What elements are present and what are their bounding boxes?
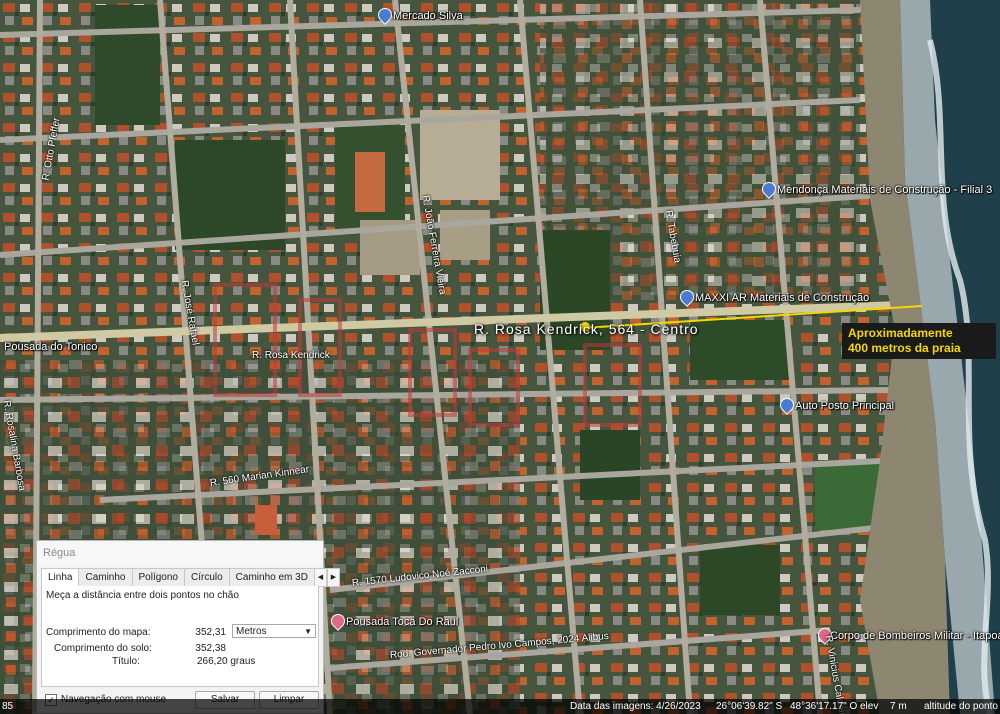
status-scale-text: 85 xyxy=(2,701,14,712)
ruler-description: Meça a distância entre dois pontos no ch… xyxy=(46,590,239,601)
ground-length-value: 352,38 xyxy=(195,643,226,654)
chevron-down-icon: ▼ xyxy=(304,627,312,636)
elevation-value: 7 m xyxy=(890,701,907,712)
tab-scroll-arrows: ◀ ▶ xyxy=(313,568,340,587)
elevation-label: elev xyxy=(860,701,879,712)
chevron-left-icon[interactable]: ◀ xyxy=(313,568,327,587)
tab-poligono[interactable]: Polígono xyxy=(131,568,185,586)
unit-select[interactable]: Metros ▼ xyxy=(232,624,316,638)
status-bar: 85 Data das imagens: 4/26/2023 26°06'39.… xyxy=(0,699,1000,714)
latitude: 26°06'39.82" S xyxy=(716,701,783,712)
map-length-value: 352,31 xyxy=(195,627,226,638)
ground-length-label: Comprimento do solo: xyxy=(54,643,152,654)
map-length-label: Comprimento do mapa: xyxy=(46,627,151,638)
heading-label: Título: xyxy=(112,656,140,667)
place-label-pousada-tonico[interactable]: Pousada do Tonico xyxy=(4,341,97,353)
place-label-maxxi-ar[interactable]: MAXXI AR Materiais de Construção xyxy=(695,292,869,304)
chevron-right-icon[interactable]: ▶ xyxy=(326,568,340,587)
altitude-label: altitude do ponto xyxy=(924,701,998,712)
heading-value: 266,20 graus xyxy=(197,656,256,667)
main-street-label: R. Rosa Kendrick, 564 - Centro xyxy=(474,321,699,337)
unit-select-value: Metros xyxy=(236,626,267,637)
ruler-content: Meça a distância entre dois pontos no ch… xyxy=(41,586,319,687)
annotation-line-1: Aproximadamente xyxy=(848,326,953,340)
tab-circulo[interactable]: Círculo xyxy=(183,568,230,586)
place-label-bombeiros[interactable]: Corpo de Bombeiros Militar - Itapoá xyxy=(830,630,1000,642)
street-label: R. Rosa Kendrick xyxy=(252,350,330,361)
distance-annotation: Aproximadamente 400 metros da praia xyxy=(842,323,996,359)
longitude: 48°36'17.17" O xyxy=(790,701,858,712)
ruler-panel: Régua Linha Caminho Polígono Círculo Cam… xyxy=(36,540,340,714)
place-label-auto-posto[interactable]: Auto Posto Principal xyxy=(795,400,894,412)
tab-linha[interactable]: Linha xyxy=(41,568,80,587)
annotation-line-2: 400 metros da praia xyxy=(848,341,961,355)
place-label-mercado-silva[interactable]: Mercado Silva xyxy=(393,10,463,22)
ruler-panel-title[interactable]: Régua xyxy=(37,541,323,565)
place-label-mendonca[interactable]: Mendonça Materiais de Construção - Filia… xyxy=(777,184,992,196)
tab-caminho-3d[interactable]: Caminho em 3D xyxy=(228,568,315,586)
imagery-date: Data das imagens: 4/26/2023 xyxy=(570,701,701,712)
ruler-tabs: Linha Caminho Polígono Círculo Caminho e… xyxy=(41,568,340,587)
tab-caminho[interactable]: Caminho xyxy=(78,568,133,586)
place-label-pousada-toca-do-raul[interactable]: Pousada Toca Do Raul xyxy=(346,616,458,628)
